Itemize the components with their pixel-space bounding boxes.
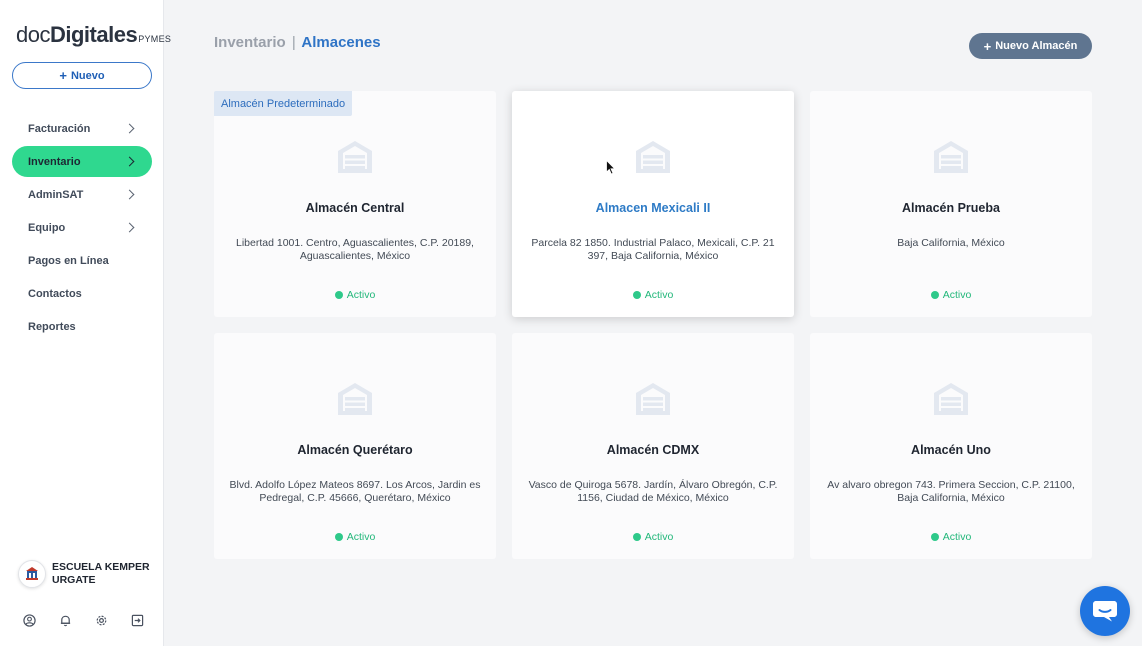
warehouse-name: Almacen Mexicali II: [595, 201, 711, 215]
default-warehouse-badge: Almacén Predeterminado: [214, 91, 353, 116]
page-title: Almacenes: [301, 34, 381, 51]
status-dot-icon: [632, 533, 641, 541]
sidebar-item-label: Facturación: [28, 122, 91, 135]
status-dot-icon: [930, 291, 939, 299]
status-badge: Activo: [214, 289, 496, 301]
new-warehouse-button[interactable]: + Nuevo Almacén: [969, 33, 1092, 59]
sidebar: docDigitalesPYMES + Nuevo Facturación In…: [0, 0, 171, 646]
school-crest-icon: [26, 567, 38, 580]
warehouse-address: Blvd. Adolfo López Mateos 8697. Los Arco…: [229, 479, 481, 504]
brand-digitales: Digitales: [49, 22, 138, 47]
warehouse-card[interactable]: Almacén Predeterminado Almacén Central Lib…: [214, 91, 496, 317]
user-circle-icon[interactable]: [22, 613, 36, 627]
brand-pymes: PYMES: [138, 34, 172, 44]
brand-doc: doc: [16, 22, 50, 47]
gear-icon[interactable]: [94, 613, 108, 627]
warehouse-address: Libertad 1001. Centro, Aguascalientes, C…: [236, 237, 474, 262]
company-name: ESCUELA KEMPER URGATE: [52, 561, 150, 587]
status-badge: Activo: [512, 531, 794, 543]
status-badge: Activo: [512, 289, 794, 301]
warehouse-name: Almacén CDMX: [606, 443, 700, 457]
sidebar-item-label: AdminSAT: [28, 188, 84, 201]
status-label: Activo: [942, 289, 972, 301]
plus-icon: +: [983, 38, 992, 54]
warehouse-card[interactable]: Almacén Prueba Baja California, México Act…: [810, 91, 1092, 317]
sidebar-item-label: Pagos en Línea: [28, 254, 109, 267]
chat-launcher[interactable]: [1080, 586, 1130, 636]
logout-icon[interactable]: [130, 613, 144, 627]
status-dot-icon: [930, 533, 939, 541]
chevron-right-icon: [124, 222, 135, 233]
sidebar-item-inventario[interactable]: Inventario: [12, 146, 152, 177]
sidebar-bottom-toolbar: [22, 613, 144, 627]
sidebar-nav: Facturación Inventario AdminSAT Equipo P…: [12, 113, 152, 344]
warehouse-icon: [934, 383, 968, 415]
sidebar-item-label: Equipo: [28, 221, 66, 234]
breadcrumb: Inventario | Almacenes: [214, 34, 381, 51]
warehouse-card[interactable]: Almacen Mexicali II Parcela 82 1850. Indu…: [512, 91, 794, 317]
warehouse-icon: [338, 141, 372, 173]
company-name-line2: URGATE: [52, 574, 96, 586]
company-switcher[interactable]: ESCUELA KEMPER URGATE: [18, 560, 158, 588]
status-badge: Activo: [810, 531, 1092, 543]
warehouse-name: Almacén Prueba: [902, 201, 1000, 215]
warehouse-address: Baja California, México: [897, 237, 1005, 249]
warehouse-icon: [934, 141, 968, 173]
warehouse-name: Almacén Uno: [911, 443, 991, 457]
chevron-right-icon: [124, 123, 135, 134]
status-label: Activo: [942, 531, 972, 543]
status-label: Activo: [644, 531, 674, 543]
sidebar-item-label: Contactos: [28, 287, 82, 300]
sidebar-item-label: Inventario: [28, 155, 81, 168]
chevron-right-icon: [124, 189, 135, 200]
status-dot-icon: [334, 533, 343, 541]
warehouse-card[interactable]: Almacén Uno Av alvaro obregon 743. Primer…: [810, 333, 1092, 559]
warehouse-address: Parcela 82 1850. Industrial Palaco, Mexi…: [531, 237, 775, 262]
sidebar-item-pagos-en-linea[interactable]: Pagos en Línea: [12, 245, 152, 276]
bell-icon[interactable]: [58, 613, 72, 627]
company-avatar: [18, 560, 46, 588]
new-warehouse-button-label: Nuevo Almacén: [995, 40, 1078, 52]
sidebar-item-label: Reportes: [28, 320, 76, 333]
warehouse-address: Vasco de Quiroga 5678. Jardín, Álvaro Ob…: [528, 479, 778, 504]
status-dot-icon: [334, 291, 343, 299]
sidebar-item-adminsat[interactable]: AdminSAT: [12, 179, 152, 210]
plus-icon: +: [59, 68, 67, 83]
status-label: Activo: [346, 531, 376, 543]
sidebar-item-facturacion[interactable]: Facturación: [12, 113, 152, 144]
status-label: Activo: [346, 289, 376, 301]
warehouse-icon: [636, 383, 670, 415]
warehouse-icon: [636, 141, 670, 173]
new-button[interactable]: + Nuevo: [12, 62, 152, 89]
status-label: Activo: [644, 289, 674, 301]
status-dot-icon: [632, 291, 641, 299]
status-badge: Activo: [214, 531, 496, 543]
chat-bubble-icon: [1093, 601, 1117, 622]
warehouse-card[interactable]: Almacén Querétaro Blvd. Adolfo López Mate…: [214, 333, 496, 559]
mouse-cursor-icon: [606, 160, 616, 175]
breadcrumb-separator: |: [291, 34, 296, 51]
sidebar-item-equipo[interactable]: Equipo: [12, 212, 152, 243]
chevron-right-icon: [124, 156, 135, 167]
sidebar-item-reportes[interactable]: Reportes: [12, 311, 152, 342]
warehouse-icon: [338, 383, 372, 415]
warehouse-name: Almacén Central: [305, 201, 405, 215]
warehouse-name: Almacén Querétaro: [297, 443, 413, 457]
warehouse-card[interactable]: Almacén CDMX Vasco de Quiroga 5678. Jardí…: [512, 333, 794, 559]
breadcrumb-parent[interactable]: Inventario: [214, 34, 286, 51]
new-button-label: Nuevo: [70, 69, 105, 82]
company-name-line1: ESCUELA KEMPER: [52, 561, 150, 573]
warehouse-address: Av alvaro obregon 743. Primera Seccion, …: [827, 479, 1075, 504]
sidebar-item-contactos[interactable]: Contactos: [12, 278, 152, 309]
status-badge: Activo: [810, 289, 1092, 301]
brand-logo[interactable]: docDigitalesPYMES: [16, 22, 171, 48]
